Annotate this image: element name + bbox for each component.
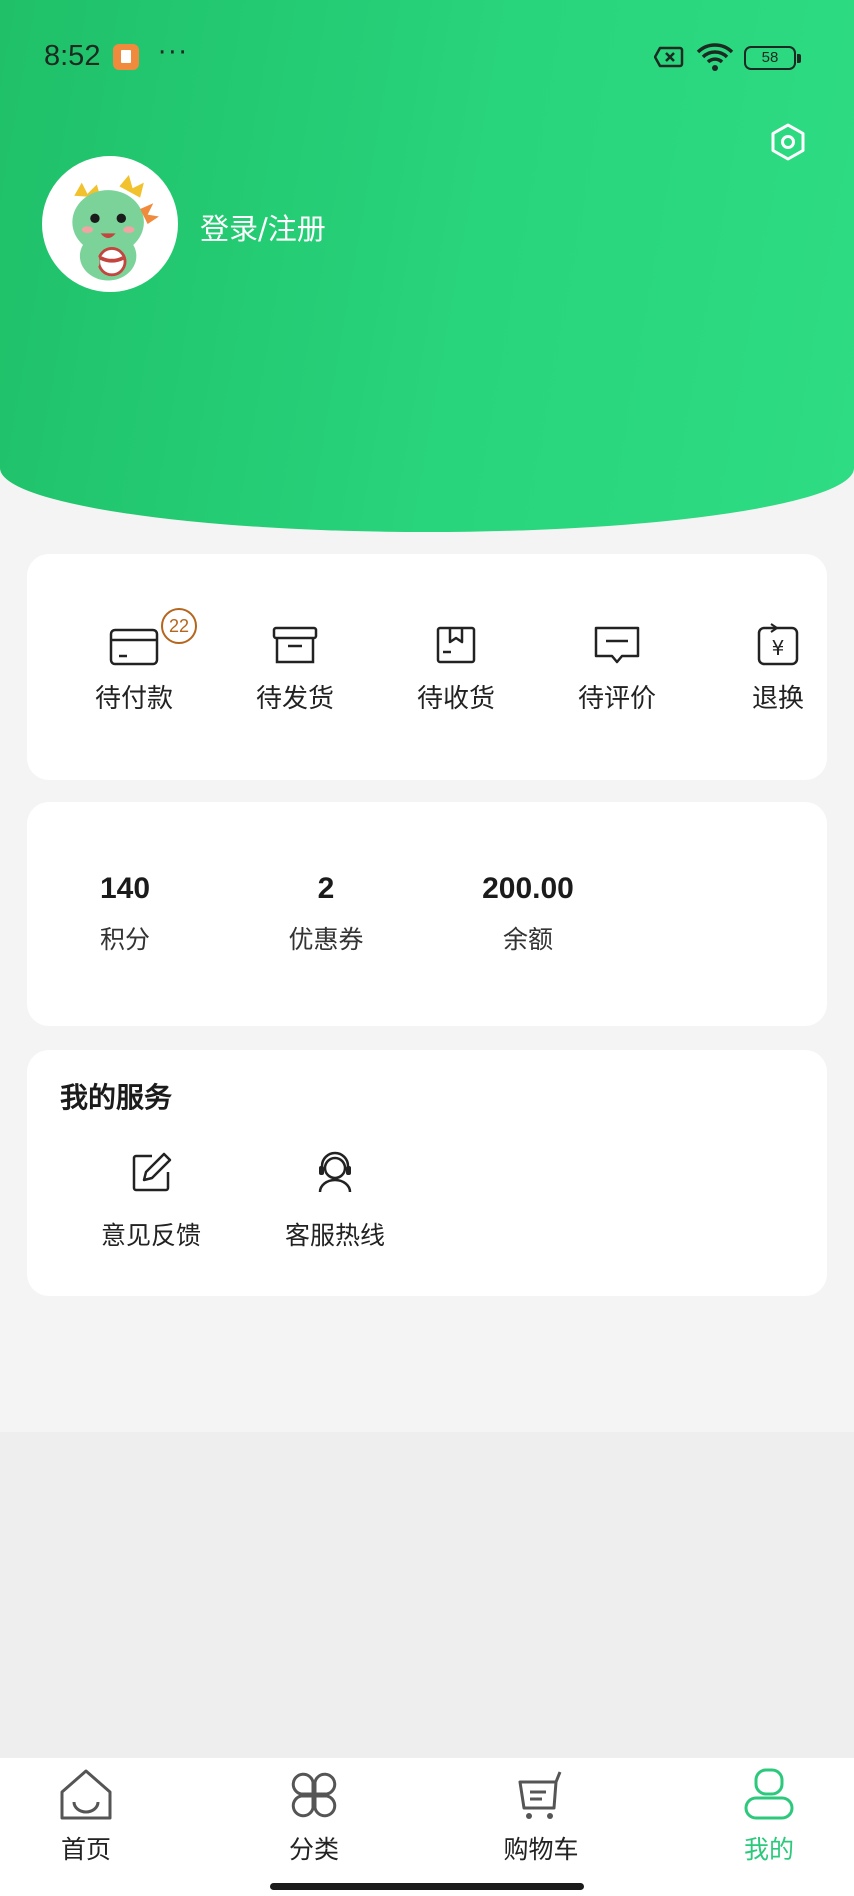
profile-header: 8:52 ··· 58 登录/注册 <box>0 0 854 532</box>
customer-hotline-item[interactable]: 客服热线 <box>260 1150 410 1252</box>
tab-label: 购物车 <box>503 1835 579 1864</box>
tab-home[interactable]: 首页 <box>6 1758 166 1866</box>
status-bar: 8:52 ··· 58 <box>0 38 854 78</box>
cart-icon <box>518 1771 562 1819</box>
coupons-value: 2 <box>317 872 335 905</box>
services-card: 我的服务 意见反馈 客服热线 <box>27 1050 827 1296</box>
empty-area <box>0 1432 854 1758</box>
order-return-exchange[interactable]: ¥ 退换 <box>713 622 843 715</box>
order-pending-receipt[interactable]: 待收货 <box>391 622 521 715</box>
orders-card: 22 待付款 待发货 待收货 待评价 ¥ 退换 <box>27 554 827 780</box>
more-dots: ··· <box>158 38 189 68</box>
profile-icon <box>744 1768 794 1820</box>
home-indicator <box>270 1883 584 1890</box>
dragon-avatar-illustration <box>46 160 174 288</box>
tab-mine[interactable]: 我的 <box>689 1758 849 1866</box>
bottom-tab-bar: 首页 分类 购物车 我的 <box>0 1758 854 1896</box>
category-icon <box>291 1772 337 1818</box>
settings-icon[interactable] <box>768 122 808 162</box>
no-sim-icon <box>654 46 684 68</box>
battery-indicator: 58 <box>744 46 801 70</box>
status-time: 8:52 <box>44 40 101 72</box>
box-icon <box>272 626 318 664</box>
order-pending-review[interactable]: 待评价 <box>552 622 682 715</box>
order-pending-shipment[interactable]: 待发货 <box>230 622 360 715</box>
customer-service-icon <box>318 1151 352 1193</box>
wifi-icon <box>696 43 734 71</box>
order-label: 待付款 <box>94 684 173 714</box>
edit-icon <box>132 1152 172 1192</box>
clipboard-icon <box>113 44 139 70</box>
tab-category[interactable]: 分类 <box>234 1758 394 1866</box>
points-label: 积分 <box>99 925 150 954</box>
refund-icon: ¥ <box>757 623 799 666</box>
customer-hotline-label: 客服热线 <box>284 1221 385 1250</box>
login-register-link[interactable]: 登录/注册 <box>200 206 326 248</box>
services-title: 我的服务 <box>60 1081 173 1114</box>
tab-label: 我的 <box>743 1835 794 1864</box>
assets-card: 140 积分 2 优惠券 200.00 余额 <box>27 802 827 1026</box>
order-label: 待发货 <box>255 684 334 714</box>
feedback-item[interactable]: 意见反馈 <box>76 1150 226 1252</box>
order-pending-payment[interactable]: 22 待付款 <box>69 608 199 715</box>
balance-label: 余额 <box>502 925 553 954</box>
order-count-badge: 22 <box>161 608 197 644</box>
order-label: 待评价 <box>577 684 656 714</box>
points-value: 140 <box>99 872 151 905</box>
balance-value: 200.00 <box>482 872 574 905</box>
order-label: 退换 <box>751 684 804 714</box>
tab-cart[interactable]: 购物车 <box>461 1758 621 1866</box>
order-label: 待收货 <box>416 684 495 714</box>
balance-item[interactable]: 200.00 余额 <box>428 872 628 956</box>
feedback-label: 意见反馈 <box>100 1221 201 1250</box>
home-icon <box>60 1769 112 1820</box>
package-icon <box>436 626 476 664</box>
coupons-label: 优惠券 <box>288 925 364 954</box>
avatar[interactable] <box>42 156 178 292</box>
comment-icon <box>594 626 640 664</box>
wallet-card-icon <box>109 628 159 666</box>
tab-label: 分类 <box>288 1835 339 1864</box>
tab-label: 首页 <box>60 1835 111 1864</box>
svg-text:¥: ¥ <box>772 636 785 660</box>
points-item[interactable]: 140 积分 <box>25 872 225 956</box>
coupons-item[interactable]: 2 优惠券 <box>226 872 426 956</box>
